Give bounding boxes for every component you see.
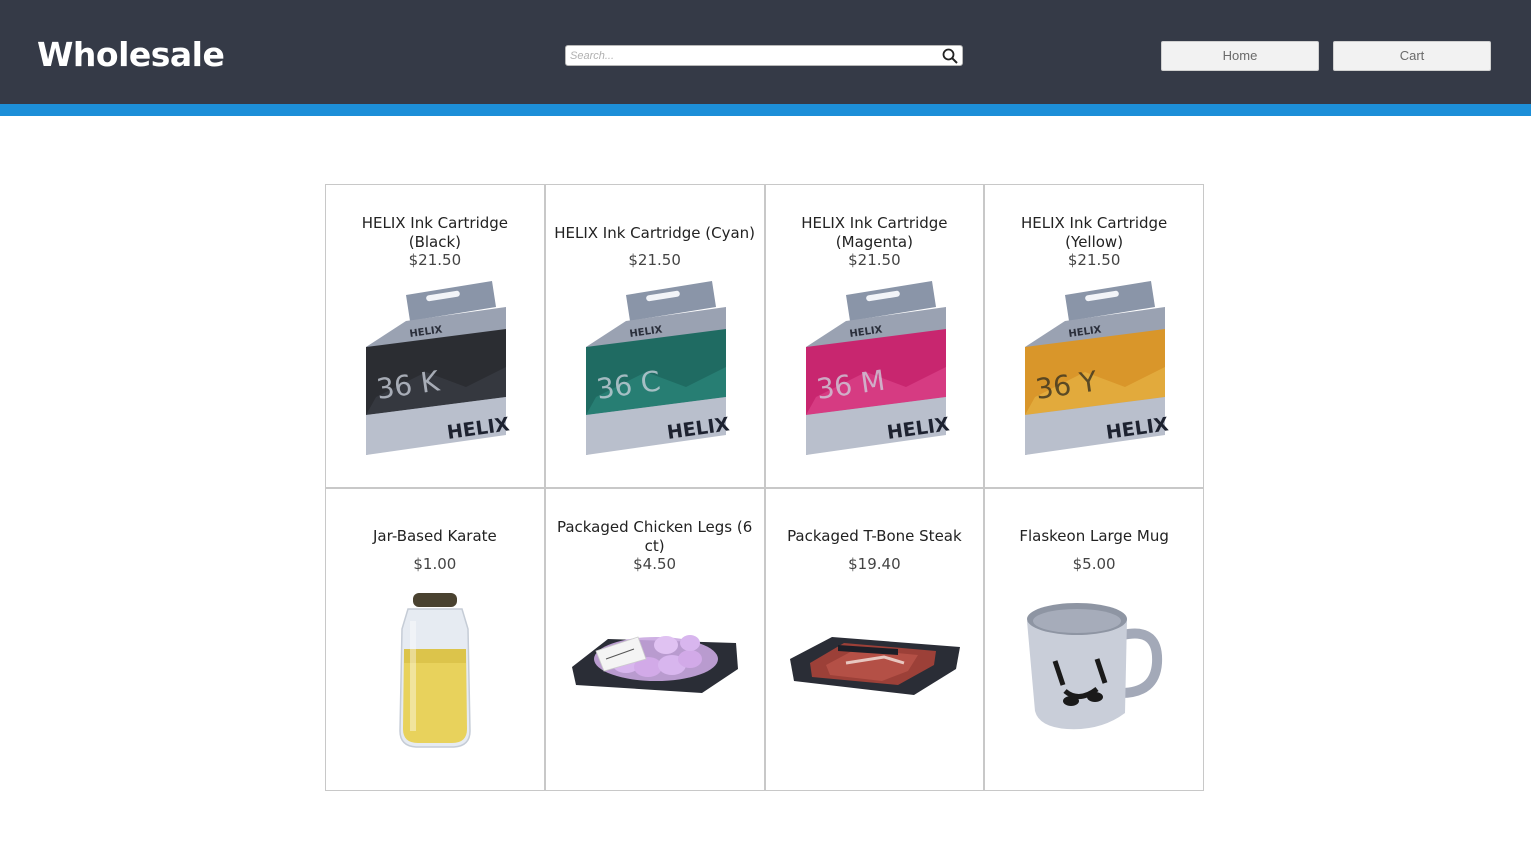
ink-cartridge-cyan-image: HELIX 36 C HELIX <box>585 281 731 455</box>
product-card-ink-black[interactable]: HELIX Ink Cartridge (Black) $21.50 HELIX… <box>326 185 544 487</box>
product-name: Packaged Chicken Legs (6 ct) <box>556 517 753 555</box>
jar-image <box>399 592 471 748</box>
product-price: $5.00 <box>1072 554 1116 573</box>
product-card-ink-magenta[interactable]: HELIX Ink Cartridge (Magenta) $21.50 HEL… <box>765 185 984 487</box>
cart-button[interactable]: Cart <box>1333 41 1491 71</box>
ink-cartridge-magenta-image: HELIX 36 M HELIX <box>805 281 951 455</box>
product-price: $19.40 <box>848 554 901 573</box>
product-name: HELIX Ink Cartridge (Magenta) <box>801 214 948 251</box>
product-card-chicken[interactable]: Packaged Chicken Legs (6 ct) $4.50 <box>545 488 764 790</box>
product-price: $21.50 <box>848 251 901 269</box>
site-logo[interactable]: Wholesale <box>37 34 225 76</box>
steak-pack-image <box>789 636 960 695</box>
product-price: $21.50 <box>1067 251 1121 269</box>
ink-cartridge-black-image: HELIX 36 K HELIX <box>366 281 511 455</box>
search-input[interactable] <box>570 47 930 64</box>
product-name: Flaskeon Large Mug <box>1019 527 1169 545</box>
search-icon[interactable] <box>941 47 959 65</box>
product-price: $21.50 <box>628 251 681 269</box>
mug-image <box>1027 602 1163 729</box>
product-name: HELIX Ink Cartridge (Black) <box>361 214 509 251</box>
product-grid: HELIX Ink Cartridge (Black) $21.50 HELIX… <box>325 184 1204 791</box>
search-bar <box>565 45 963 66</box>
product-price: $4.50 <box>633 554 677 573</box>
product-price: $1.00 <box>413 554 457 573</box>
ink-cartridge-yellow-image: HELIX 36 Y HELIX <box>1025 281 1170 455</box>
chicken-pack-image <box>571 634 738 693</box>
product-card-steak[interactable]: Packaged T-Bone Steak $19.40 <box>765 488 984 790</box>
product-card-jar[interactable]: Jar-Based Karate $1.00 <box>326 488 544 790</box>
product-price: $21.50 <box>408 251 462 269</box>
product-card-mug[interactable]: Flaskeon Large Mug $5.00 <box>985 488 1203 790</box>
product-card-ink-cyan[interactable]: HELIX Ink Cartridge (Cyan) $21.50 HELIX … <box>545 185 764 487</box>
home-button[interactable]: Home <box>1161 41 1319 71</box>
header-accent-stripe <box>0 104 1531 116</box>
product-name: Jar-Based Karate <box>373 527 497 545</box>
product-card-ink-yellow[interactable]: HELIX Ink Cartridge (Yellow) $21.50 HELI… <box>985 185 1203 487</box>
product-name: HELIX Ink Cartridge (Yellow) <box>1020 214 1168 251</box>
product-name: HELIX Ink Cartridge (Cyan) <box>554 223 756 242</box>
product-name: Packaged T-Bone Steak <box>787 527 962 545</box>
